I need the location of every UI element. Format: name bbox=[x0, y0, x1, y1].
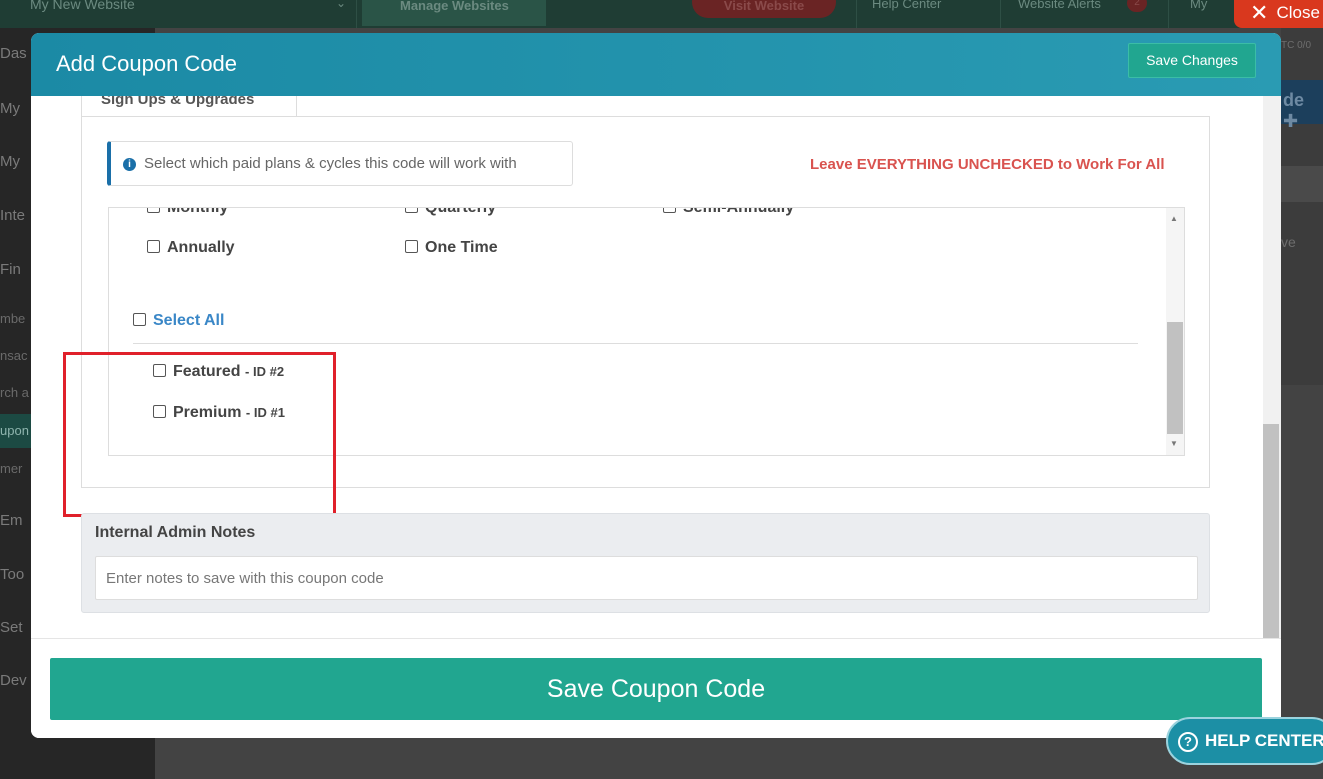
question-icon: ? bbox=[1178, 732, 1198, 752]
sidebar-subitem[interactable]: nsac bbox=[0, 348, 27, 363]
modal-footer: Save Coupon Code bbox=[31, 638, 1281, 738]
close-label: Close bbox=[1276, 3, 1320, 22]
sidebar-item[interactable]: My bbox=[0, 100, 20, 117]
sidebar-item[interactable]: Dev bbox=[0, 672, 27, 689]
inner-scrollbar[interactable]: ▲ ▼ bbox=[1166, 208, 1184, 455]
leave-unchecked-note: Leave EVERYTHING UNCHECKED to Work For A… bbox=[810, 156, 1165, 173]
sidebar-subitem-active[interactable]: upon bbox=[0, 423, 29, 438]
scrollbar-thumb[interactable] bbox=[1263, 424, 1279, 638]
sidebar-item[interactable]: Das bbox=[0, 45, 27, 62]
visit-website-button[interactable]: Visit Website bbox=[692, 0, 836, 18]
sidebar-subitem[interactable]: mer bbox=[0, 461, 22, 476]
admin-notes-input[interactable] bbox=[95, 556, 1198, 600]
checkbox[interactable] bbox=[405, 208, 418, 213]
close-button[interactable]: ✕ Close bbox=[1234, 0, 1323, 28]
modal-title: Add Coupon Code bbox=[56, 51, 238, 76]
sidebar-item[interactable]: Inte bbox=[0, 207, 25, 224]
select-all-label: Select All bbox=[153, 312, 225, 329]
cycle-option-monthly[interactable]: Monthly bbox=[147, 208, 228, 217]
sidebar-subitem[interactable]: rch a bbox=[0, 385, 29, 400]
background-content-edge: TC 0/0 de ✚ ve bbox=[1281, 28, 1323, 385]
background-partial-text: ve bbox=[1281, 234, 1296, 250]
save-changes-button[interactable]: Save Changes bbox=[1128, 43, 1256, 78]
sidebar-item[interactable]: Fin bbox=[0, 261, 21, 278]
checkbox[interactable] bbox=[147, 240, 160, 253]
scroll-up-arrow-icon[interactable]: ▲ bbox=[1170, 214, 1178, 223]
checkbox[interactable] bbox=[663, 208, 676, 213]
admin-notes-label: Internal Admin Notes bbox=[95, 524, 256, 541]
select-all-plans[interactable]: Select All bbox=[133, 312, 224, 330]
admin-notes-section: Internal Admin Notes bbox=[81, 513, 1210, 613]
close-icon: ✕ bbox=[1250, 0, 1269, 25]
app-topbar: My New Website ⌄ Manage Websites Visit W… bbox=[0, 0, 1323, 28]
info-callout: i Select which paid plans & cycles this c… bbox=[107, 141, 573, 186]
sidebar-item[interactable]: My bbox=[0, 153, 20, 170]
sidebar-item[interactable]: Em bbox=[0, 512, 23, 529]
help-center-button[interactable]: ? HELP CENTER bbox=[1166, 717, 1323, 765]
info-text: Select which paid plans & cycles this co… bbox=[144, 155, 517, 172]
sidebar-subitem[interactable]: mbe bbox=[0, 311, 25, 326]
cycle-option-one-time[interactable]: One Time bbox=[405, 239, 498, 257]
cycle-option-quarterly[interactable]: Quarterly bbox=[405, 208, 496, 217]
checkbox[interactable] bbox=[405, 240, 418, 253]
checkbox[interactable] bbox=[147, 208, 160, 213]
modal-body: Sign Ups & Upgrades i Select which paid p… bbox=[31, 96, 1281, 638]
website-alerts-link[interactable]: Website Alerts bbox=[1018, 0, 1101, 11]
checkbox[interactable] bbox=[133, 313, 146, 326]
scroll-down-arrow-icon[interactable]: ▼ bbox=[1170, 439, 1178, 448]
scrollbar-thumb[interactable] bbox=[1167, 322, 1183, 434]
website-selector[interactable]: My New Website bbox=[30, 0, 135, 12]
help-center-link[interactable]: Help Center bbox=[872, 0, 941, 11]
modal-header: Add Coupon Code Save Changes bbox=[31, 33, 1281, 96]
chevron-down-icon: ⌄ bbox=[336, 0, 347, 10]
annotation-highlight-box bbox=[63, 352, 336, 517]
cycle-option-semi-annually[interactable]: Semi-Annually bbox=[663, 208, 794, 217]
save-coupon-code-button[interactable]: Save Coupon Code bbox=[50, 658, 1262, 720]
account-menu[interactable]: My bbox=[1190, 0, 1207, 11]
divider bbox=[133, 343, 1138, 344]
help-center-label: HELP CENTER bbox=[1205, 731, 1323, 750]
alerts-count-badge: 2 bbox=[1127, 0, 1147, 12]
manage-websites-button[interactable]: Manage Websites bbox=[362, 0, 546, 26]
add-coupon-modal: Add Coupon Code Save Changes Sign Ups & … bbox=[31, 33, 1281, 738]
cycle-option-annually[interactable]: Annually bbox=[147, 239, 235, 257]
info-icon: i bbox=[123, 158, 136, 171]
sidebar-item[interactable]: Set bbox=[0, 619, 23, 636]
background-partial-text: TC 0/0 bbox=[1281, 40, 1312, 51]
sidebar-item[interactable]: Too bbox=[0, 566, 24, 583]
background-add-button[interactable]: de ✚ bbox=[1281, 80, 1323, 131]
modal-scrollbar[interactable] bbox=[1263, 96, 1281, 638]
